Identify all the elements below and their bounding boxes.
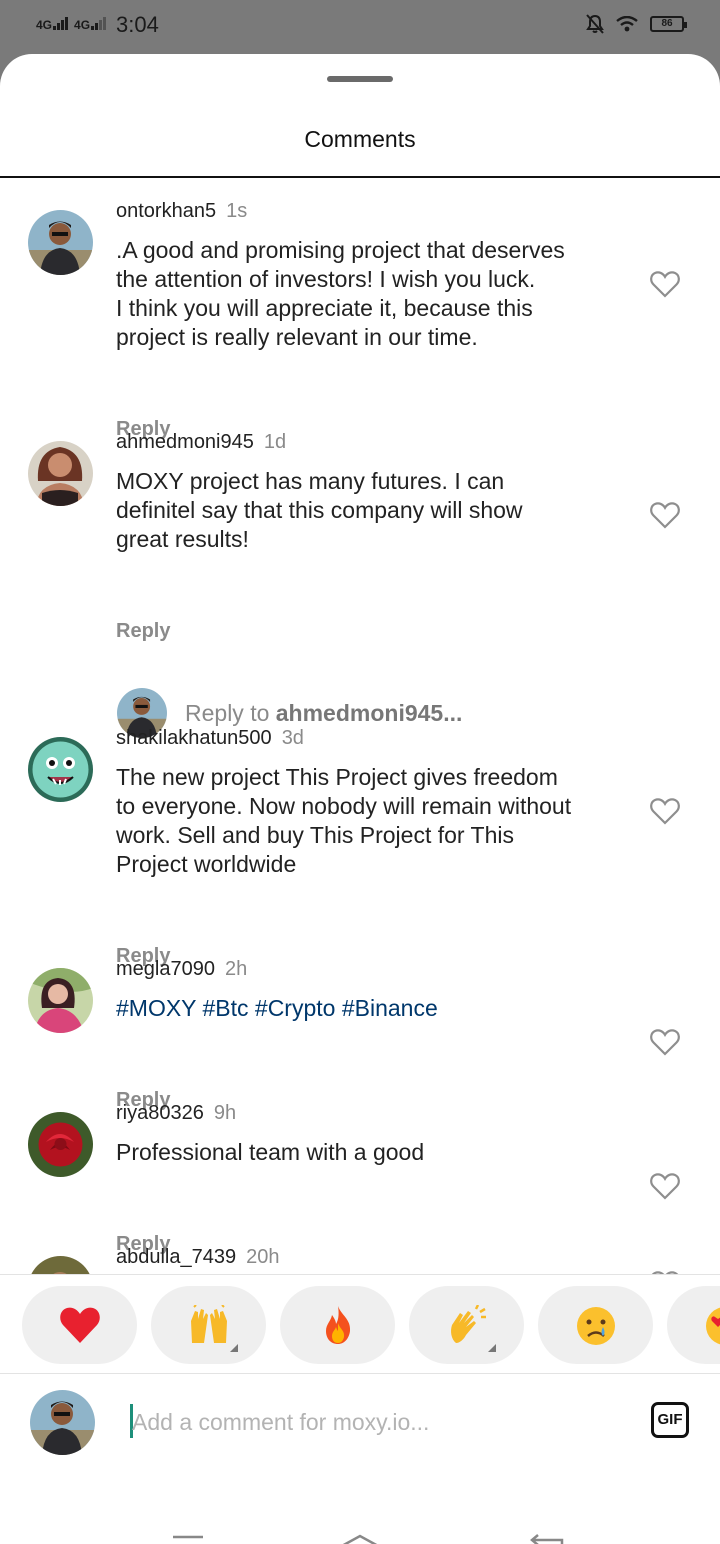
comment-text[interactable]: #MOXY #Btc #Crypto #Binance [116,994,616,1023]
home-icon[interactable] [338,1534,382,1544]
comment-time: 1d [263,431,287,453]
heart-eyes-face-icon [706,1307,720,1345]
emoji-heart-eyes-button[interactable] [667,1286,720,1364]
text-line: I think you will appreciate it, because … [116,295,533,321]
text-line: .A good and promising project that deser… [116,237,565,263]
avatar[interactable] [28,968,93,1033]
comment-time: 2h [224,958,248,980]
divider [0,176,720,178]
variant-indicator [230,1344,238,1352]
comment-username[interactable]: shakilakhatun500 3d [116,727,304,750]
emoji-red-heart-button[interactable] [22,1286,137,1364]
comments-sheet: Comments ontorkhan5 1s .A good and promis… [0,54,720,1544]
emoji-crying-face-button[interactable] [538,1286,653,1364]
current-user-avatar [30,1390,95,1455]
comment-username[interactable]: riya80326 9h [116,1102,236,1125]
avatar[interactable] [28,737,93,802]
avatar[interactable] [28,441,93,506]
comment-username[interactable]: ontorkhan5 1s [116,200,247,223]
text-line: the attention of investors! I wish you l… [116,266,536,292]
raising-hands-icon [191,1305,227,1343]
comments-list[interactable]: ontorkhan5 1s .A good and promising proje… [0,180,720,1274]
emoji-clapping-hands-button[interactable] [409,1286,524,1364]
emoji-reaction-bar[interactable] [0,1274,720,1374]
text-line: definitel say that this company will sho… [116,497,523,523]
comment-time: 20h [246,1246,280,1268]
fire-icon [326,1306,351,1344]
comment-text: .A good and promising project that deser… [116,236,616,352]
gif-button[interactable]: GIF [651,1402,689,1438]
system-nav-bar [0,1474,720,1544]
clapping-hands-icon [451,1305,486,1343]
sheet-title: Comments [304,126,416,152]
silent-bell-icon [586,14,604,34]
reply-button[interactable]: Reply [116,620,170,643]
network-2: 4G [74,17,107,32]
text-line: MOXY project has many futures. I can [116,468,505,494]
reply-prompt[interactable]: Reply to ahmedmoni945... [185,700,462,727]
comment-time: 1s [226,200,248,222]
signal-icon [53,17,69,30]
comment-input[interactable] [132,1402,612,1442]
emoji-fire-button[interactable] [280,1286,395,1364]
status-left: 4G 4G 3:04 [36,12,159,38]
reply-target: ahmedmoni945... [275,700,463,726]
network-1: 4G [36,17,69,32]
comment-time: 3d [281,727,304,749]
comment-text: The new project This Project gives freed… [116,763,616,879]
add-comment-bar: GIF [0,1374,720,1474]
comment-username[interactable]: megla7090 2h [116,958,247,981]
comment-text: MOXY project has many futures. I can def… [116,467,616,554]
variant-indicator [488,1344,496,1352]
red-heart-icon [60,1307,100,1343]
avatar[interactable] [28,1256,93,1274]
text-line: project is really relevant in our time. [116,324,478,350]
clock: 3:04 [116,12,159,37]
status-bar: 4G 4G 3:04 86 [0,0,720,54]
wifi-icon [616,16,638,32]
comment-username[interactable]: abdulla_7439 20h [116,1246,280,1269]
text-line: great results! [116,526,249,552]
comment-text: Professional team with a good [116,1138,616,1167]
heart-icon[interactable] [650,797,680,825]
drag-handle[interactable] [327,76,393,82]
text-line: Project worldwide [116,851,297,877]
back-icon[interactable] [530,1534,564,1544]
avatar[interactable] [28,1112,93,1177]
text-line: work. Sell and buy This Project for This [116,822,514,848]
menu-icon[interactable] [172,1534,204,1544]
comment-time: 9h [213,1102,237,1124]
signal-icon [91,17,107,30]
text-line: to everyone. Now nobody will remain with… [116,793,572,819]
status-right: 86 [586,14,687,34]
battery-icon: 86 [650,16,687,32]
comment-username[interactable]: ahmedmoni945 1d [116,431,286,454]
text-line: The new project This Project gives freed… [116,764,558,790]
text-line: Professional team with a good [116,1139,425,1165]
heart-icon[interactable] [650,270,680,298]
heart-icon[interactable] [650,501,680,529]
heart-icon[interactable] [650,1172,680,1200]
avatar[interactable] [28,210,93,275]
crying-face-icon [577,1307,615,1345]
emoji-raising-hands-button[interactable] [151,1286,266,1364]
hashtag-line[interactable]: #MOXY #Btc #Crypto #Binance [116,994,616,1023]
heart-icon[interactable] [650,1028,680,1056]
